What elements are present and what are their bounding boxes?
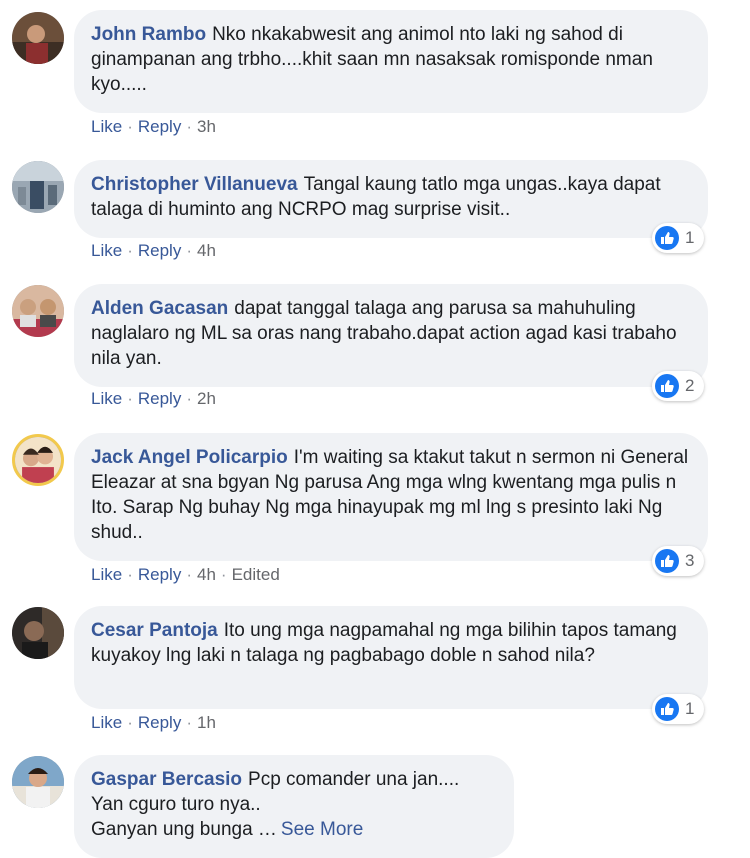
like-thumb-icon bbox=[655, 374, 679, 398]
reaction-number: 1 bbox=[685, 228, 695, 247]
avatar[interactable] bbox=[12, 434, 64, 486]
like-link[interactable]: Like bbox=[91, 565, 122, 584]
avatar[interactable] bbox=[12, 161, 64, 213]
comment-bubble: Gaspar Bercasio Pcp comander una jan.... … bbox=[74, 755, 514, 858]
comment-actions: Like · Reply · 2h bbox=[91, 389, 216, 408]
reaction-count[interactable]: 1 bbox=[652, 223, 705, 253]
reply-link[interactable]: Reply bbox=[138, 389, 181, 408]
comment-actions: Like · Reply · 4h · Edited bbox=[91, 565, 280, 584]
reply-link[interactable]: Reply bbox=[138, 565, 181, 584]
like-link[interactable]: Like bbox=[91, 241, 122, 260]
comment-timestamp[interactable]: 2h bbox=[197, 389, 216, 408]
comment-actions: Like · Reply · 1h bbox=[91, 713, 216, 732]
reaction-number: 1 bbox=[685, 699, 695, 718]
comment-bubble: Jack Angel Policarpio I'm waiting sa ktak… bbox=[74, 433, 708, 561]
comment-bubble: Cesar Pantoja Ito ung mga nagpamahal ng m… bbox=[74, 606, 708, 709]
edited-label[interactable]: Edited bbox=[232, 565, 280, 584]
comment-text-line: Yan cguro turo nya.. bbox=[91, 794, 261, 815]
avatar[interactable] bbox=[12, 756, 64, 808]
avatar[interactable] bbox=[12, 607, 64, 659]
reaction-number: 3 bbox=[685, 551, 695, 570]
comment-timestamp[interactable]: 1h bbox=[197, 713, 216, 732]
comment-author[interactable]: John Rambo bbox=[91, 24, 206, 45]
see-more-link[interactable]: See More bbox=[281, 819, 363, 840]
comment-actions: Like · Reply · 3h bbox=[91, 117, 216, 136]
like-thumb-icon bbox=[655, 549, 679, 573]
reply-link[interactable]: Reply bbox=[138, 713, 181, 732]
comment-text-line: Ganyan ung bunga … bbox=[91, 819, 277, 840]
avatar[interactable] bbox=[12, 12, 64, 64]
reply-link[interactable]: Reply bbox=[138, 241, 181, 260]
reaction-count[interactable]: 3 bbox=[652, 546, 705, 576]
like-link[interactable]: Like bbox=[91, 389, 122, 408]
comment-author[interactable]: Alden Gacasan bbox=[91, 298, 228, 319]
comment-bubble: John Rambo Nko nkakabwesit ang animol nto… bbox=[74, 10, 708, 113]
comment-bubble: Christopher Villanueva Tangal kaung tatlo… bbox=[74, 160, 708, 238]
comment-author[interactable]: Jack Angel Policarpio bbox=[91, 447, 288, 468]
reaction-number: 2 bbox=[685, 376, 695, 395]
reaction-count[interactable]: 2 bbox=[652, 371, 705, 401]
comment-author[interactable]: Gaspar Bercasio bbox=[91, 769, 242, 790]
like-thumb-icon bbox=[655, 697, 679, 721]
like-thumb-icon bbox=[655, 226, 679, 250]
comment-timestamp[interactable]: 3h bbox=[197, 117, 216, 136]
comment-timestamp[interactable]: 4h bbox=[197, 241, 216, 260]
comment-text-line: Pcp comander una jan.... bbox=[248, 769, 460, 790]
like-link[interactable]: Like bbox=[91, 117, 122, 136]
comment-author[interactable]: Cesar Pantoja bbox=[91, 620, 218, 641]
comment-timestamp[interactable]: 4h bbox=[197, 565, 216, 584]
reaction-count[interactable]: 1 bbox=[652, 694, 705, 724]
reply-link[interactable]: Reply bbox=[138, 117, 181, 136]
like-link[interactable]: Like bbox=[91, 713, 122, 732]
comment-actions: Like · Reply · 4h bbox=[91, 241, 216, 260]
comment-author[interactable]: Christopher Villanueva bbox=[91, 174, 298, 195]
comment-bubble: Alden Gacasan dapat tanggal talaga ang pa… bbox=[74, 284, 708, 387]
avatar[interactable] bbox=[12, 285, 64, 337]
